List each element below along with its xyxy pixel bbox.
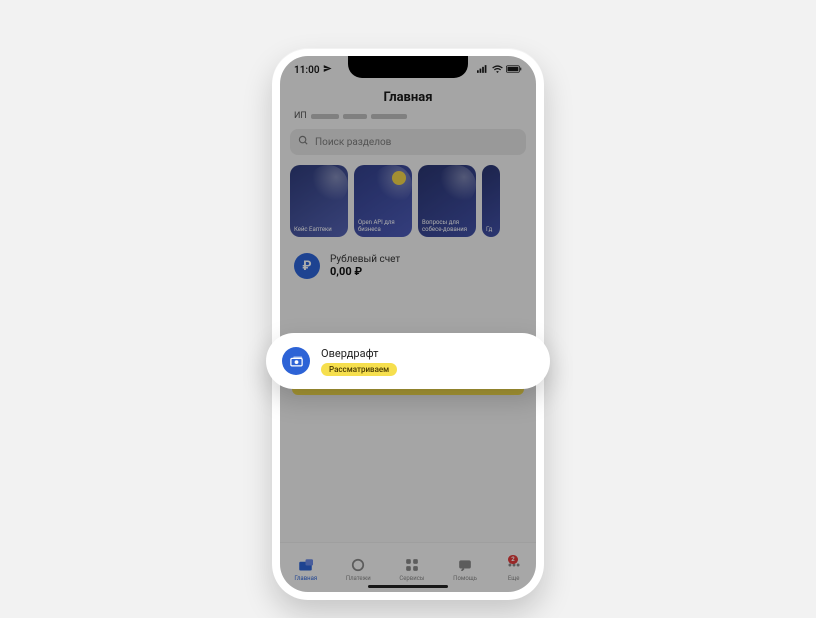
location-icon: [323, 64, 332, 76]
stories-row[interactable]: Кейс Еаптеки Open API для бизнеса Вопрос…: [280, 165, 536, 249]
nav-more[interactable]: 2 Еще: [506, 557, 522, 582]
nav-label: Еще: [508, 575, 520, 582]
overdraft-status-badge: Рассматриваем: [321, 363, 397, 376]
entity-placeholder: [311, 114, 339, 119]
page-title: Главная: [280, 84, 536, 109]
story-label: Вопросы для собесе-дования: [422, 219, 472, 233]
story-label: Кейс Еаптеки: [294, 226, 344, 233]
entity-prefix: ИП: [294, 111, 307, 121]
entity-row[interactable]: ИП: [280, 109, 536, 129]
help-icon: [457, 557, 473, 573]
search-input[interactable]: Поиск разделов: [290, 129, 526, 155]
story-label: Гд: [486, 226, 496, 233]
status-time: 11:00: [294, 65, 320, 76]
home-indicator: [368, 585, 448, 588]
phone-frame: 11:00 Главная ИП: [272, 48, 544, 600]
overdraft-card[interactable]: Овердрафт Рассматриваем: [266, 333, 550, 389]
story-badge-icon: [392, 171, 406, 185]
account-row[interactable]: ₽ Рублевый счет 0,00 ₽: [280, 249, 536, 291]
search-icon: [298, 135, 309, 149]
account-name: Рублевый счет: [330, 254, 400, 265]
battery-icon: [506, 65, 522, 76]
entity-placeholder: [371, 114, 407, 119]
wifi-icon: [492, 65, 503, 76]
services-icon: [404, 557, 420, 573]
nav-label: Помощь: [453, 575, 477, 582]
story-card[interactable]: Open API для бизнеса: [354, 165, 412, 237]
story-card[interactable]: Кейс Еаптеки: [290, 165, 348, 237]
payments-icon: [350, 557, 366, 573]
nav-label: Главная: [294, 575, 317, 582]
search-placeholder: Поиск разделов: [315, 137, 391, 148]
ruble-icon: ₽: [294, 253, 320, 279]
overdraft-title: Овердрафт: [321, 347, 378, 360]
entity-placeholder: [343, 114, 367, 119]
overdraft-icon: [282, 347, 310, 375]
nav-help[interactable]: Помощь: [453, 557, 477, 582]
story-card[interactable]: Гд: [482, 165, 500, 237]
signal-icon: [477, 65, 489, 76]
story-card[interactable]: Вопросы для собесе-дования: [418, 165, 476, 237]
bottom-nav: Главная Платежи Сервисы Помощь: [280, 542, 536, 592]
nav-label: Сервисы: [399, 575, 424, 582]
nav-home[interactable]: Главная: [294, 557, 317, 582]
nav-payments[interactable]: Платежи: [346, 557, 371, 582]
account-balance: 0,00 ₽: [330, 265, 400, 278]
story-label: Open API для бизнеса: [358, 219, 408, 233]
home-icon: [298, 557, 314, 573]
notch: [348, 56, 468, 78]
phone-screen: 11:00 Главная ИП: [280, 56, 536, 592]
nav-badge: 2: [508, 555, 517, 564]
nav-services[interactable]: Сервисы: [399, 557, 424, 582]
nav-label: Платежи: [346, 575, 371, 582]
